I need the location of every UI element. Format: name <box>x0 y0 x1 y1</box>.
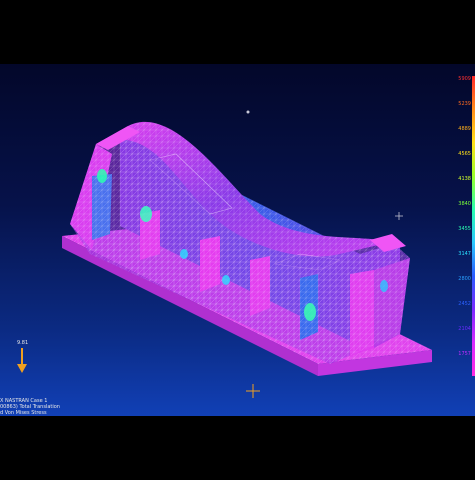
legend-entry: 5239 <box>458 101 471 107</box>
legend-entry: 4138 <box>458 176 471 182</box>
analysis-info: X NASTRAN Case 1 00863) Total Translatio… <box>0 398 60 416</box>
legend-entry: 4889 <box>458 126 471 132</box>
gravity-arrow-icon <box>17 348 27 373</box>
view-center-icon <box>395 212 403 220</box>
legend-entry: 2800 <box>458 276 471 282</box>
fea-viewport[interactable]: 5909 5239 4889 4565 4138 3840 3455 3147 2800 2452… <box>0 64 475 416</box>
legend-entry: 3840 <box>458 201 471 207</box>
legend-entry: 3455 <box>458 226 471 232</box>
legend-entry: 4565 <box>458 151 471 157</box>
legend-entry: 2452 <box>458 301 471 307</box>
legend-entry: 5909 <box>458 76 471 82</box>
legend-entry: 3147 <box>458 251 471 257</box>
fea-mesh-model[interactable] <box>0 64 475 416</box>
pivot-marker <box>246 110 250 114</box>
crosshair-cursor-icon <box>246 384 260 398</box>
legend-entry: 2104 <box>458 326 471 332</box>
legend-entry: 1757 <box>458 351 471 357</box>
info-line-contour: d Von Mises Stress <box>0 410 47 416</box>
